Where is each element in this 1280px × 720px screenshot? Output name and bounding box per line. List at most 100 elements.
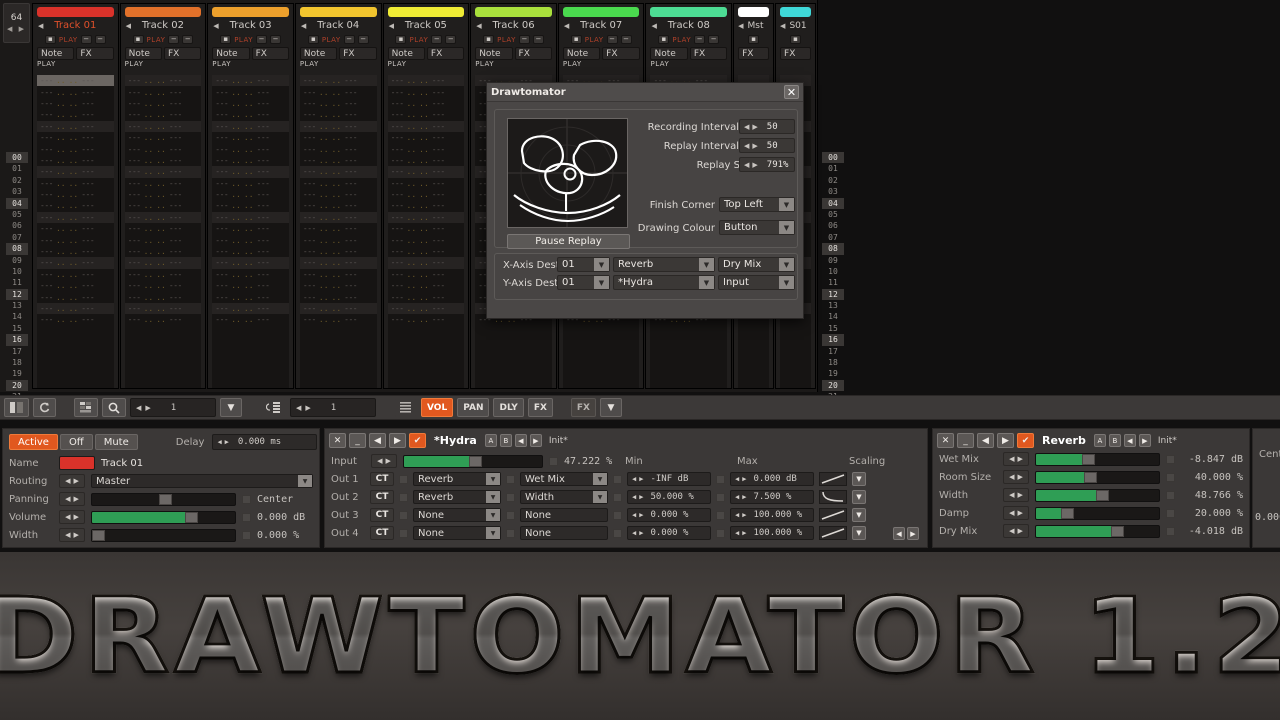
output-max-checkbox[interactable] — [716, 474, 725, 484]
hydra-scroll-next-icon[interactable]: ▶ — [907, 527, 919, 540]
pattern-number-field[interactable]: ◀ ▶ 1 — [130, 398, 216, 417]
input-knob[interactable] — [468, 455, 482, 467]
table-row[interactable]: ---....--- — [299, 302, 377, 315]
table-row[interactable]: ---....--- — [212, 75, 289, 87]
track-solo-icon[interactable]: ▪ — [748, 35, 760, 44]
reverb-param-checkbox[interactable] — [1166, 508, 1175, 518]
reverb-param-checkbox[interactable] — [1166, 490, 1175, 500]
table-row[interactable]: ---....--- — [37, 246, 114, 257]
panel-layout-icon[interactable] — [4, 398, 29, 417]
track-plus-icon[interactable]: − — [94, 35, 106, 44]
track-fx-field[interactable]: FX — [163, 47, 202, 60]
table-row[interactable]: ---....--- — [37, 109, 114, 120]
table-row[interactable]: ---....--- — [37, 189, 114, 200]
left-arrow-icon[interactable]: ◀ — [744, 123, 749, 131]
collapse-arrow-icon[interactable]: ◀ — [651, 22, 656, 30]
right-arrow-icon[interactable]: ▶ — [639, 529, 643, 537]
drawing-canvas[interactable] — [507, 118, 628, 228]
reverb-preset-b[interactable]: B — [1108, 434, 1121, 447]
table-row[interactable]: ---....--- — [300, 132, 377, 143]
reverb-param-checkbox[interactable] — [1166, 472, 1175, 482]
output-min-checkbox[interactable] — [613, 510, 622, 520]
output-max-field[interactable]: ◀ ▶ 100.000 % — [730, 526, 814, 540]
track-solo-icon[interactable]: ▪ — [658, 35, 670, 44]
table-row[interactable]: ---....--- — [388, 234, 465, 245]
table-row[interactable]: ---....--- — [125, 98, 202, 109]
track-color-bar[interactable] — [212, 7, 289, 17]
left-arrow-icon[interactable]: ◀ — [136, 404, 141, 412]
right-arrow-icon[interactable]: ▶ — [752, 123, 757, 131]
left-arrow-icon[interactable]: ◀ — [217, 438, 221, 446]
reverb-next-icon[interactable]: ▶ — [997, 433, 1014, 448]
reverb-preset-next-icon[interactable]: ▶ — [1138, 434, 1151, 447]
table-row[interactable]: ---....--- — [37, 302, 114, 315]
output-device-select[interactable]: None ▼ — [413, 526, 501, 540]
table-row[interactable]: ---....--- — [212, 280, 289, 291]
table-row[interactable]: ---....--- — [125, 291, 202, 302]
table-row[interactable]: ---....--- — [37, 120, 114, 132]
x-axis-device-select[interactable]: Reverb ▼ — [613, 257, 715, 272]
output-max-checkbox[interactable] — [716, 492, 725, 502]
track-pattern-grid[interactable]: ---....--- ---....--- ---....--- ---....---… — [212, 75, 289, 388]
output-max-field[interactable]: ◀ ▶ 0.000 dB — [730, 472, 814, 486]
sequence-number-field[interactable]: ◀ ▶ 1 — [290, 398, 376, 417]
track-color-bar[interactable] — [387, 7, 465, 17]
left-arrow-icon[interactable]: ◀ — [744, 161, 749, 169]
left-arrow-icon[interactable]: ◀ — [632, 493, 636, 501]
track-note-field[interactable]: Note — [212, 47, 250, 60]
table-row[interactable]: ---....--- — [125, 200, 202, 211]
track-color-bar[interactable] — [299, 7, 377, 17]
tab-vol[interactable]: VOL — [421, 398, 454, 417]
table-row[interactable]: ---....--- — [37, 98, 114, 109]
chevron-down-icon[interactable]: ▼ — [779, 276, 794, 289]
track-header-name[interactable]: ◀ Track 03 — [208, 18, 293, 33]
table-row[interactable]: ---....--- — [299, 120, 377, 132]
collapse-arrow-icon[interactable]: ◀ — [213, 22, 218, 30]
table-row[interactable]: ---....--- — [300, 280, 377, 291]
track-plus-icon[interactable]: − — [620, 35, 632, 44]
table-row[interactable]: ---....--- — [125, 178, 202, 189]
track-plus-icon[interactable]: − — [445, 35, 457, 44]
track-solo-icon[interactable]: ▪ — [483, 35, 495, 44]
table-row[interactable]: ---....--- — [300, 98, 377, 109]
table-row[interactable]: ---....--- — [388, 200, 465, 211]
reverb-minimize-icon[interactable]: _ — [957, 433, 974, 448]
table-row[interactable]: ---....--- — [299, 211, 377, 224]
table-row[interactable]: ---....--- — [125, 246, 202, 257]
track-minus-icon[interactable]: − — [431, 35, 443, 44]
width-nudge[interactable]: ◀ ▶ — [59, 528, 85, 542]
table-row[interactable]: ---....--- — [300, 223, 377, 234]
table-row[interactable]: ---....--- — [125, 109, 202, 120]
output-device-select[interactable]: Reverb ▼ — [413, 490, 501, 504]
output-min-field[interactable]: ◀ ▶ 0.000 % — [627, 526, 711, 540]
track-solo-icon[interactable]: ▪ — [307, 35, 319, 44]
table-row[interactable]: ---....--- — [212, 211, 289, 224]
width-slider[interactable] — [91, 528, 236, 542]
table-row[interactable]: ---....--- — [212, 166, 289, 178]
left-arrow-icon[interactable]: ◀ — [744, 142, 749, 150]
table-row[interactable]: ---....--- — [387, 75, 465, 87]
track-solo-icon[interactable]: ▪ — [220, 35, 232, 44]
table-row[interactable]: ---....--- — [299, 75, 377, 87]
hydra-preset-b[interactable]: B — [499, 434, 512, 447]
output-param-checkbox[interactable] — [506, 528, 515, 538]
table-row[interactable]: ---....--- — [125, 269, 202, 280]
track-header-name[interactable]: ◀ S01 — [776, 18, 815, 33]
output-max-field[interactable]: ◀ ▶ 100.000 % — [730, 508, 814, 522]
table-row[interactable]: ---....--- — [387, 120, 465, 132]
right-arrow-icon[interactable]: ▶ — [639, 475, 643, 483]
output-device-select[interactable]: None ▼ — [413, 508, 501, 522]
output-param-select[interactable]: Width ▼ — [520, 490, 608, 504]
chevron-down-icon[interactable]: ▼ — [594, 258, 609, 271]
output-scaling-dropdown-icon[interactable]: ▼ — [852, 508, 866, 522]
track-color-bar[interactable] — [650, 7, 728, 17]
output-ct-button[interactable]: CT — [370, 472, 394, 486]
table-row[interactable]: ---....--- — [125, 86, 202, 97]
track-column-5[interactable]: ◀ Track 05 ▪ PLAY − − Note FX PLAY ---.... --- ---.… — [382, 3, 470, 389]
reverb-param-checkbox[interactable] — [1166, 526, 1175, 536]
track-note-field[interactable]: Note — [124, 47, 162, 60]
table-row[interactable]: ---....--- — [212, 143, 289, 154]
track-minus-icon[interactable]: − — [80, 35, 92, 44]
track-header-name[interactable]: ◀ Track 08 — [646, 18, 731, 33]
table-row[interactable]: ---....--- — [124, 302, 202, 315]
